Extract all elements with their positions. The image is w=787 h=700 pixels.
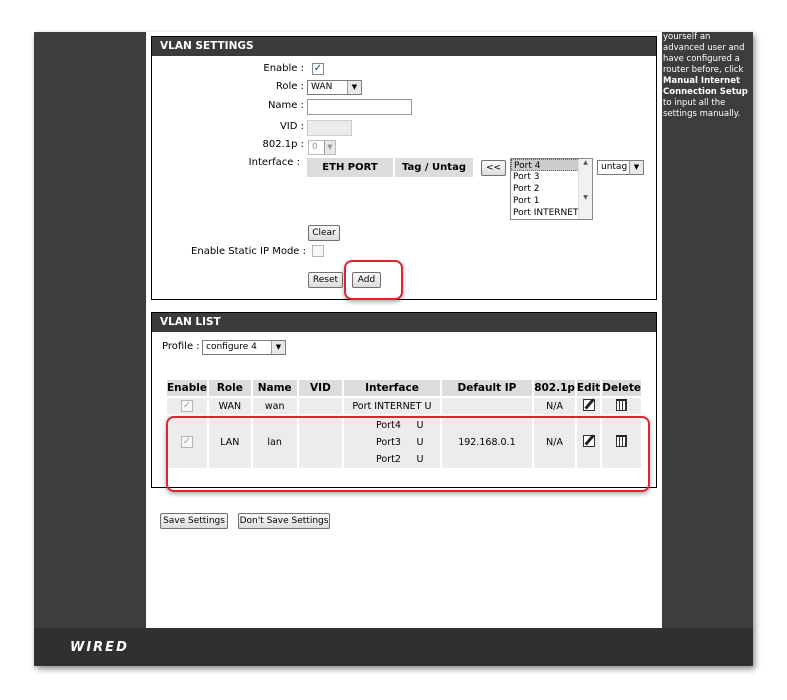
enable-cell: ✓ — [167, 398, 207, 414]
vid-cell — [298, 398, 343, 414]
name-label: Name : — [267, 100, 304, 111]
row-enable-checkbox: ✓ — [180, 400, 193, 412]
tag-select-value: untag — [601, 162, 628, 172]
profile-select-value: configure 4 — [206, 342, 257, 352]
vlan-settings-title: VLAN SETTINGS — [152, 37, 656, 56]
footer-bar — [34, 628, 753, 666]
enable-checkbox[interactable]: ✓ — [312, 63, 324, 75]
move-port-button[interactable]: << — [481, 160, 506, 176]
lan-row-highlight — [166, 416, 650, 492]
footer-logo: WIRED — [70, 640, 129, 655]
port-listbox[interactable]: Port 4 Port 3 Port 2 Port 1 Port INTERNE… — [510, 158, 593, 220]
8021p-select-value: 0 — [312, 142, 318, 152]
8021p-cell: N/A — [534, 398, 575, 414]
role-select-value: WAN — [311, 82, 333, 92]
help-link-manual-setup-2[interactable]: Connection Setup — [663, 87, 748, 97]
col-enable: Enable — [167, 380, 207, 396]
enable-label: Enable : — [263, 63, 304, 74]
trash-icon[interactable] — [616, 398, 628, 411]
help-link-manual-setup[interactable]: Manual Internet — [663, 76, 740, 86]
role-label: Role : — [275, 81, 304, 92]
delete-cell — [602, 398, 641, 414]
tag-untag-header: Tag / Untag — [395, 158, 473, 177]
chevron-down-icon: ▼ — [629, 161, 643, 174]
col-delete: Delete — [602, 380, 641, 396]
tag-select[interactable]: untag ▼ — [597, 160, 644, 175]
reset-button[interactable]: Reset — [308, 272, 343, 288]
edit-cell — [576, 398, 601, 414]
vid-input[interactable] — [307, 120, 352, 136]
help-text: yourself an advanced user and have confi… — [663, 32, 753, 120]
help-line: advanced user and — [663, 43, 745, 53]
col-vid: VID — [298, 380, 343, 396]
interface-label: Interface : — [248, 157, 300, 168]
help-line: to input all the — [663, 98, 726, 108]
chevron-down-icon: ▼ — [324, 141, 335, 154]
col-default-ip: Default IP — [441, 380, 533, 396]
8021p-select[interactable]: 0 ▼ — [308, 140, 336, 155]
table-row: ✓ WAN wan Port INTERNET U N/A — [167, 398, 641, 414]
interface-tag: U — [424, 400, 432, 412]
name-cell: wan — [252, 398, 297, 414]
port-list-scrollbar[interactable]: ▲ ▼ — [578, 159, 592, 219]
help-line: yourself an — [663, 32, 711, 42]
profile-label: Profile : — [162, 341, 200, 352]
static-ip-checkbox[interactable] — [312, 245, 324, 257]
name-input[interactable] — [307, 99, 412, 115]
clear-button[interactable]: Clear — [308, 225, 340, 241]
role-select[interactable]: WAN ▼ — [307, 80, 362, 95]
help-line: have configured a — [663, 54, 740, 64]
save-settings-button[interactable]: Save Settings — [160, 513, 228, 529]
left-sidebar — [34, 32, 146, 628]
help-line: settings manually. — [663, 109, 741, 119]
add-highlight — [344, 260, 403, 300]
table-header-row: Enable Role Name VID Interface Default I… — [167, 380, 641, 396]
vid-label: VID : — [279, 121, 304, 132]
default-ip-cell — [441, 398, 533, 414]
8021p-label: 802.1p : — [262, 139, 304, 150]
edit-icon[interactable] — [582, 398, 595, 411]
col-interface: Interface — [344, 380, 440, 396]
col-8021p: 802.1p — [534, 380, 575, 396]
interface-port: Port INTERNET — [352, 400, 422, 412]
chevron-down-icon: ▼ — [347, 81, 361, 94]
role-cell: WAN — [208, 398, 251, 414]
help-sidebar — [662, 32, 753, 628]
static-ip-label: Enable Static IP Mode : — [191, 246, 306, 257]
profile-select[interactable]: configure 4 ▼ — [202, 340, 286, 355]
chevron-down-icon: ▼ — [271, 341, 285, 354]
interface-cell: Port INTERNET U — [344, 398, 440, 414]
eth-port-header: ETH PORT — [307, 158, 393, 177]
dont-save-settings-button[interactable]: Don't Save Settings — [238, 513, 330, 529]
col-role: Role — [208, 380, 251, 396]
col-edit: Edit — [576, 380, 601, 396]
col-name: Name — [252, 380, 297, 396]
vlan-list-title: VLAN LIST — [152, 313, 656, 332]
help-line: router before, click — [663, 65, 744, 75]
